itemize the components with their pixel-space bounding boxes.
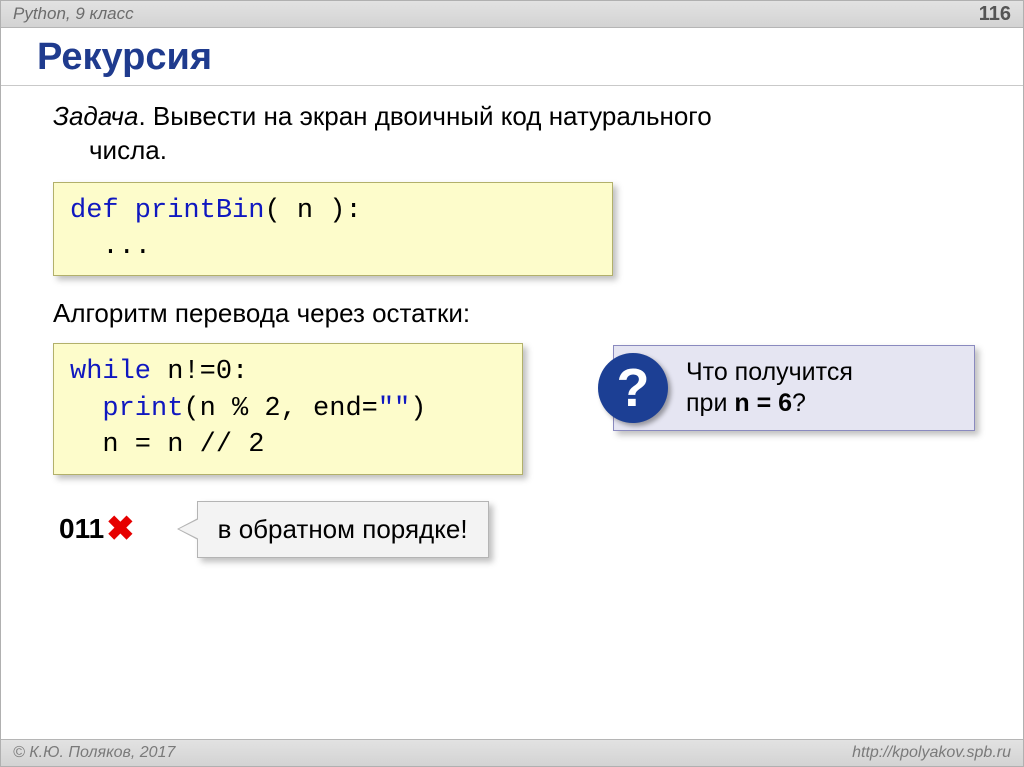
code2-l2-mid: (n % 2, end= xyxy=(183,394,377,424)
top-bar: Python, 9 класс 116 xyxy=(1,1,1023,28)
question-mark-icon: ? xyxy=(598,353,668,423)
footer-url: http://kpolyakov.spb.ru xyxy=(852,744,1011,762)
question-text: Что получится при n = 6? xyxy=(686,357,853,420)
title-area: Рекурсия xyxy=(1,28,1023,86)
code2-l2-str: "" xyxy=(378,394,410,424)
code-block-1: def printBin( n ): ... xyxy=(53,182,613,277)
callout-box: в обратном порядке! xyxy=(197,501,489,558)
result-row: 011 ✖ в обратном порядке! xyxy=(53,501,983,558)
code2-l1-rest: n!=0: xyxy=(151,357,248,387)
copyright: © К.Ю. Поляков, 2017 xyxy=(13,744,175,762)
slide-body: Задача. Вывести на экран двоичный код на… xyxy=(1,86,1023,720)
code2-l3: n = n // 2 xyxy=(70,430,264,460)
code2-kw: while xyxy=(70,357,151,387)
question-line2a: при xyxy=(686,389,734,417)
code2-l2-fn: print xyxy=(102,394,183,424)
task-line1: . Вывести на экран двоичный код натураль… xyxy=(138,101,711,131)
task-line2: числа. xyxy=(89,134,983,168)
subheading: Алгоритм перевода через остатки: xyxy=(53,298,983,329)
page-title: Рекурсия xyxy=(37,36,987,79)
cross-icon: ✖ xyxy=(106,509,135,549)
code-row: while n!=0: print(n % 2, end="") n = n /… xyxy=(53,343,983,474)
question-n: n = 6 xyxy=(734,389,792,417)
question-line1: Что получится xyxy=(686,358,853,386)
code1-kw: def xyxy=(70,196,119,226)
task-label: Задача xyxy=(53,101,138,131)
code2-l2-pre xyxy=(70,394,102,424)
task-text: Задача. Вывести на экран двоичный код на… xyxy=(53,100,983,168)
question-box: ? Что получится при n = 6? xyxy=(613,345,975,431)
footer-bar: © К.Ю. Поляков, 2017 http://kpolyakov.sp… xyxy=(1,739,1023,766)
page-number: 116 xyxy=(979,3,1011,26)
code-block-2: while n!=0: print(n % 2, end="") n = n /… xyxy=(53,343,523,474)
slide: Python, 9 класс 116 Рекурсия Задача. Выв… xyxy=(0,0,1024,767)
code1-line2: ... xyxy=(70,232,151,262)
question-line2c: ? xyxy=(792,389,806,417)
code1-rest: ( n ): xyxy=(264,196,361,226)
code1-fn: printBin xyxy=(119,196,265,226)
course-label: Python, 9 класс xyxy=(13,4,134,24)
result-value: 011 xyxy=(59,513,104,545)
callout-text: в обратном порядке! xyxy=(218,514,468,544)
code2-l2-end: ) xyxy=(410,394,426,424)
